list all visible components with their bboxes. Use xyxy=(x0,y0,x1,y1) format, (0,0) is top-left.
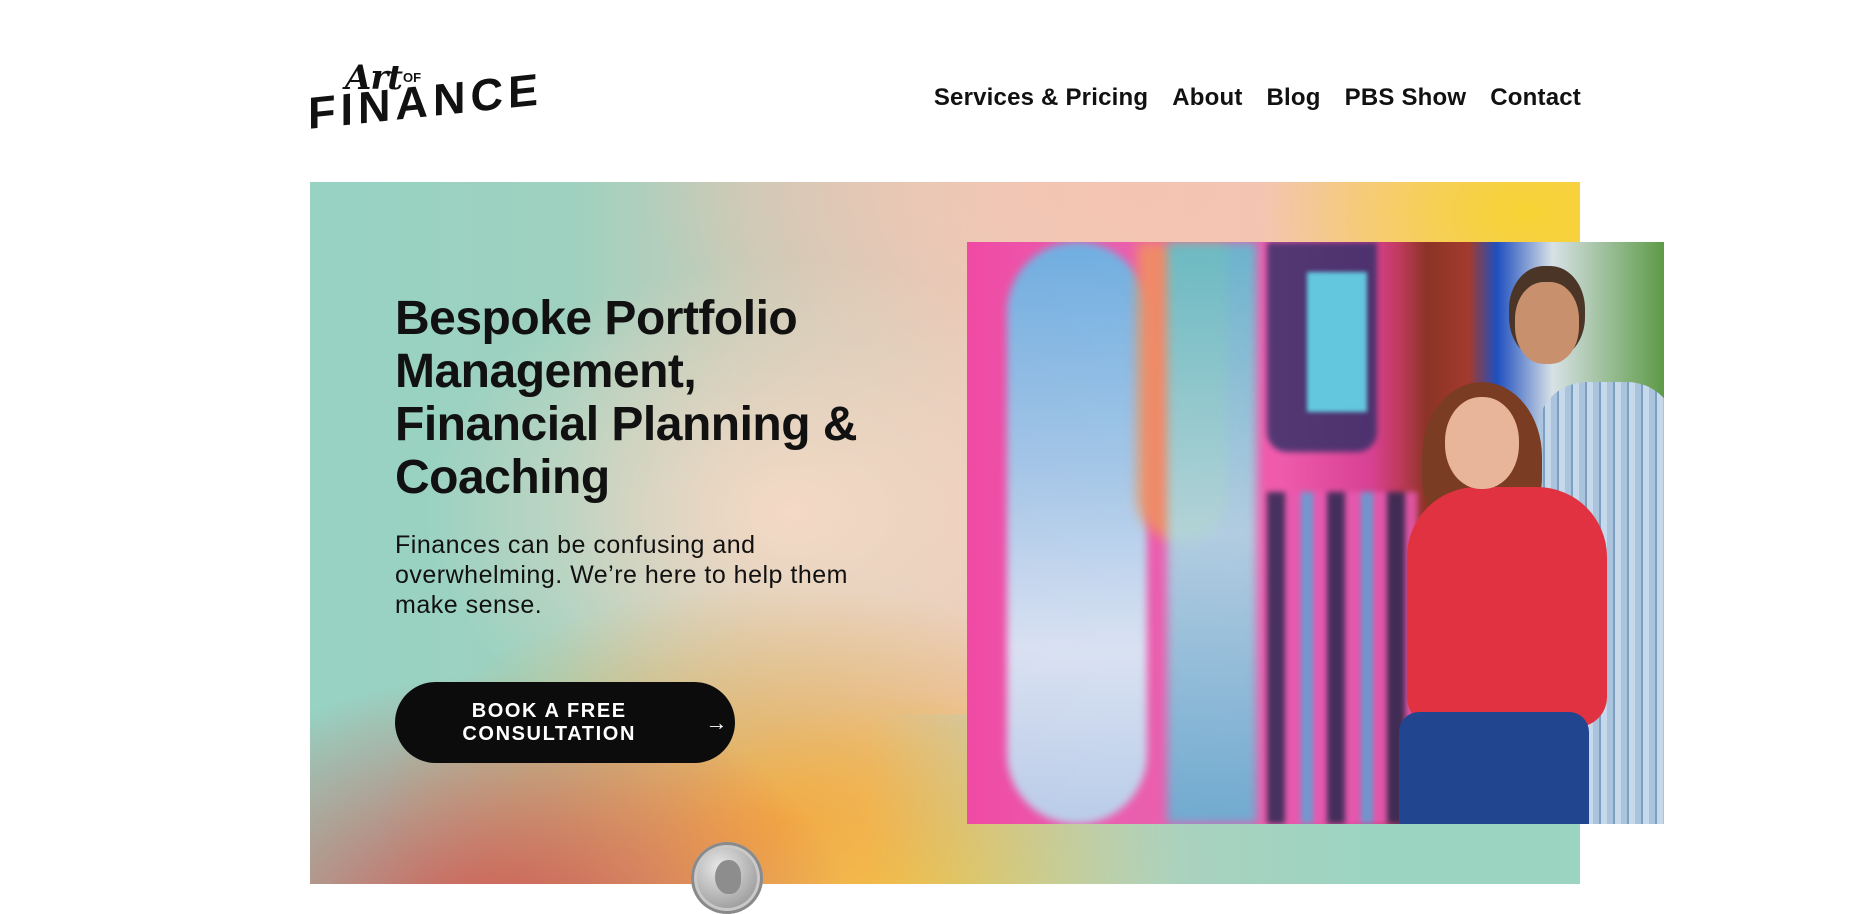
cta-label: BOOK A FREE CONSULTATION xyxy=(462,699,636,745)
art-of-finance-logo[interactable]: Art OF FINANCE xyxy=(308,58,543,142)
nav-pbs-show[interactable]: PBS Show xyxy=(1345,84,1467,112)
woman-figure-jeans xyxy=(1399,712,1589,824)
arrow-right-icon: → xyxy=(705,709,729,735)
logo-finance-text: FINANCE xyxy=(308,63,543,139)
main-nav: Services & Pricing About Blog PBS Show C… xyxy=(934,84,1581,112)
coin-decoration xyxy=(691,842,763,914)
woman-figure-head xyxy=(1445,397,1519,489)
nav-blog[interactable]: Blog xyxy=(1267,84,1321,112)
mural-shape xyxy=(1007,242,1147,824)
book-consultation-button[interactable]: BOOK A FREE CONSULTATION → xyxy=(395,682,735,763)
nav-services-pricing[interactable]: Services & Pricing xyxy=(934,84,1148,112)
mural-shape xyxy=(1267,492,1417,824)
hero-subtitle: Finances can be confusing and overwhelmi… xyxy=(395,531,848,619)
mural-shape xyxy=(1167,242,1257,824)
hero-text-block: Bespoke Portfolio Management, Financial … xyxy=(395,292,875,620)
coin-portrait xyxy=(715,860,741,894)
mural-shape xyxy=(1307,272,1367,412)
hero-photo xyxy=(967,242,1664,824)
woman-figure-body xyxy=(1407,487,1607,727)
nav-about[interactable]: About xyxy=(1172,84,1242,112)
nav-contact[interactable]: Contact xyxy=(1490,84,1581,112)
man-figure-head xyxy=(1515,282,1579,364)
hero-title: Bespoke Portfolio Management, Financial … xyxy=(395,292,858,504)
